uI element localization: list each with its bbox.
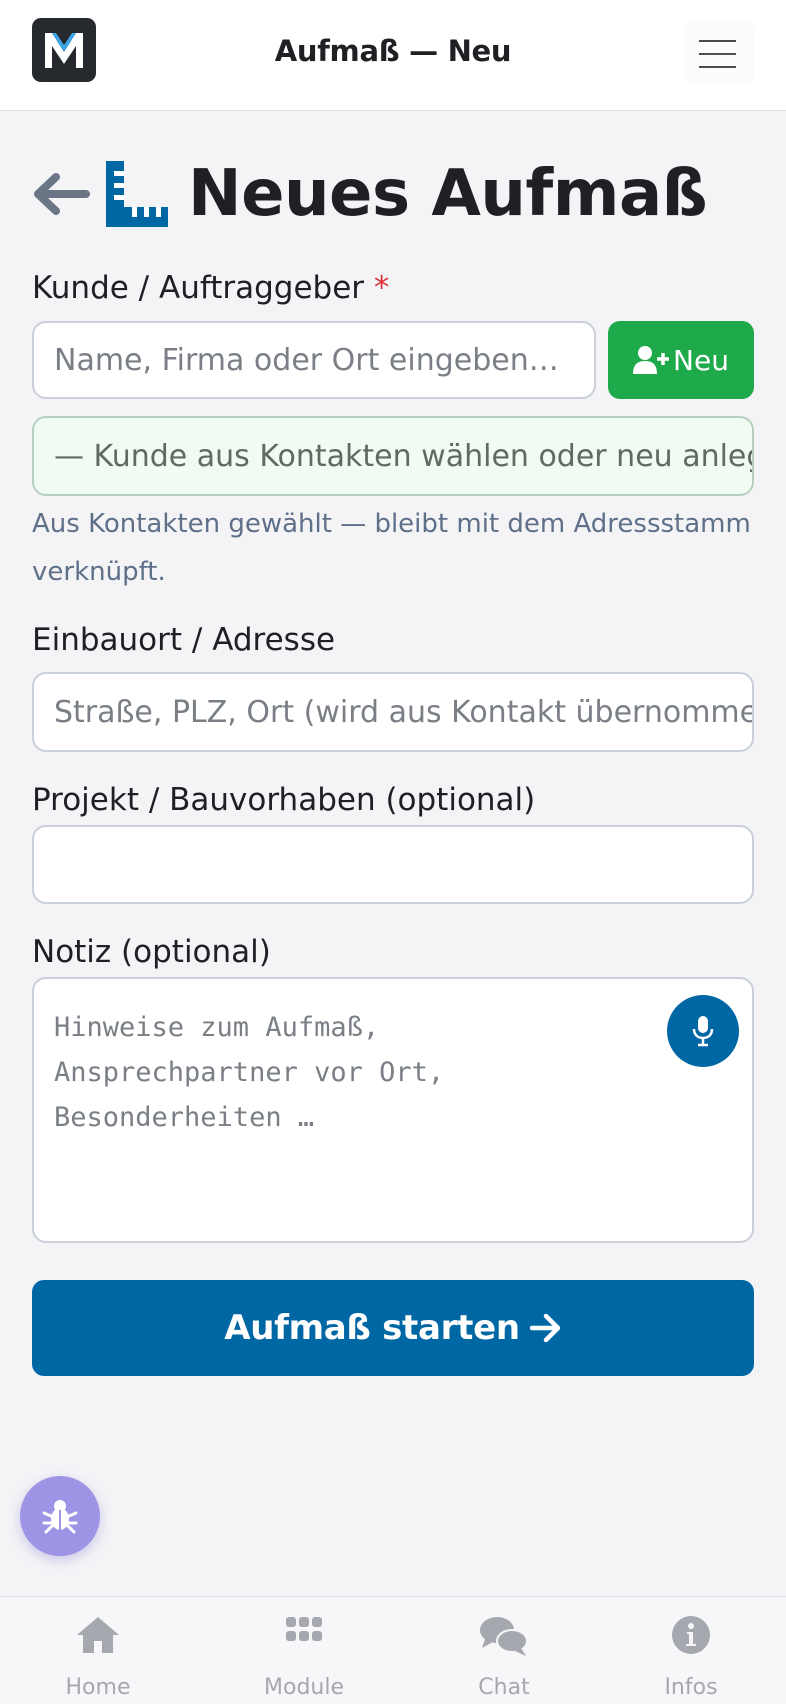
customer-select-value: — Kunde aus Kontakten wählen oder neu an… — [54, 438, 752, 474]
tab-infos[interactable]: Infos — [611, 1597, 771, 1704]
tab-infos-label: Infos — [664, 1675, 718, 1700]
project-input[interactable] — [32, 825, 754, 904]
new-customer-label: Neu — [673, 343, 729, 377]
customer-label: Kunde / Auftraggeber * — [32, 270, 389, 306]
home-icon — [77, 1617, 119, 1653]
page-title: Neues Aufmaß — [188, 157, 708, 231]
info-icon — [672, 1616, 710, 1654]
menu-button[interactable] — [684, 20, 754, 86]
tab-home-label: Home — [65, 1675, 131, 1700]
voice-input-button[interactable] — [667, 995, 739, 1067]
project-label: Projekt / Bauvorhaben (optional) — [32, 782, 536, 818]
note-label: Notiz (optional) — [32, 934, 271, 970]
note-placeholder: Hinweise zum Aufmaß, Ansprechpartner vor… — [54, 1012, 445, 1133]
tab-module[interactable]: Module — [224, 1597, 384, 1704]
bottom-tab-bar: Home Module Chat Infos — [0, 1596, 786, 1704]
note-textarea[interactable]: Hinweise zum Aufmaß, Ansprechpartner vor… — [32, 977, 754, 1243]
top-bar: Aufmaß — Neu — [0, 0, 786, 111]
tab-module-label: Module — [264, 1675, 344, 1700]
arrow-right-icon — [529, 1313, 560, 1343]
address-input[interactable]: Straße, PLZ, Ort (wird aus Kontakt übern… — [32, 672, 754, 752]
start-measurement-button[interactable]: Aufmaß starten — [32, 1280, 754, 1376]
tab-chat-label: Chat — [478, 1675, 530, 1700]
tab-home[interactable]: Home — [18, 1597, 178, 1704]
user-plus-icon — [633, 346, 670, 374]
bug-report-button[interactable] — [20, 1476, 100, 1556]
customer-select[interactable]: — Kunde aus Kontakten wählen oder neu an… — [32, 416, 754, 496]
address-label: Einbauort / Adresse — [32, 622, 336, 658]
bug-icon — [42, 1500, 78, 1534]
back-arrow-icon[interactable] — [30, 169, 90, 219]
microphone-icon — [692, 1016, 714, 1047]
tab-chat[interactable]: Chat — [424, 1597, 584, 1704]
customer-label-text: Kunde / Auftraggeber — [32, 270, 365, 306]
chat-icon — [480, 1617, 528, 1656]
start-measurement-label: Aufmaß starten — [224, 1308, 520, 1348]
hamburger-line — [699, 53, 736, 55]
new-customer-button[interactable]: Neu — [608, 321, 754, 399]
customer-search-input[interactable]: Name, Firma oder Ort eingeben… — [32, 321, 596, 399]
hamburger-line — [699, 66, 736, 68]
required-marker: * — [373, 270, 390, 306]
ruler-icon — [106, 161, 168, 227]
customer-search-placeholder: Name, Firma oder Ort eingeben… — [54, 342, 559, 378]
address-placeholder: Straße, PLZ, Ort (wird aus Kontakt übern… — [54, 694, 754, 730]
grid-icon — [286, 1617, 322, 1641]
hamburger-icon — [699, 40, 736, 42]
page-heading: Neues Aufmaß — [30, 156, 708, 232]
header-title: Aufmaß — Neu — [274, 34, 512, 68]
customer-hint: Aus Kontakten gewählt — bleibt mit dem A… — [32, 509, 751, 587]
